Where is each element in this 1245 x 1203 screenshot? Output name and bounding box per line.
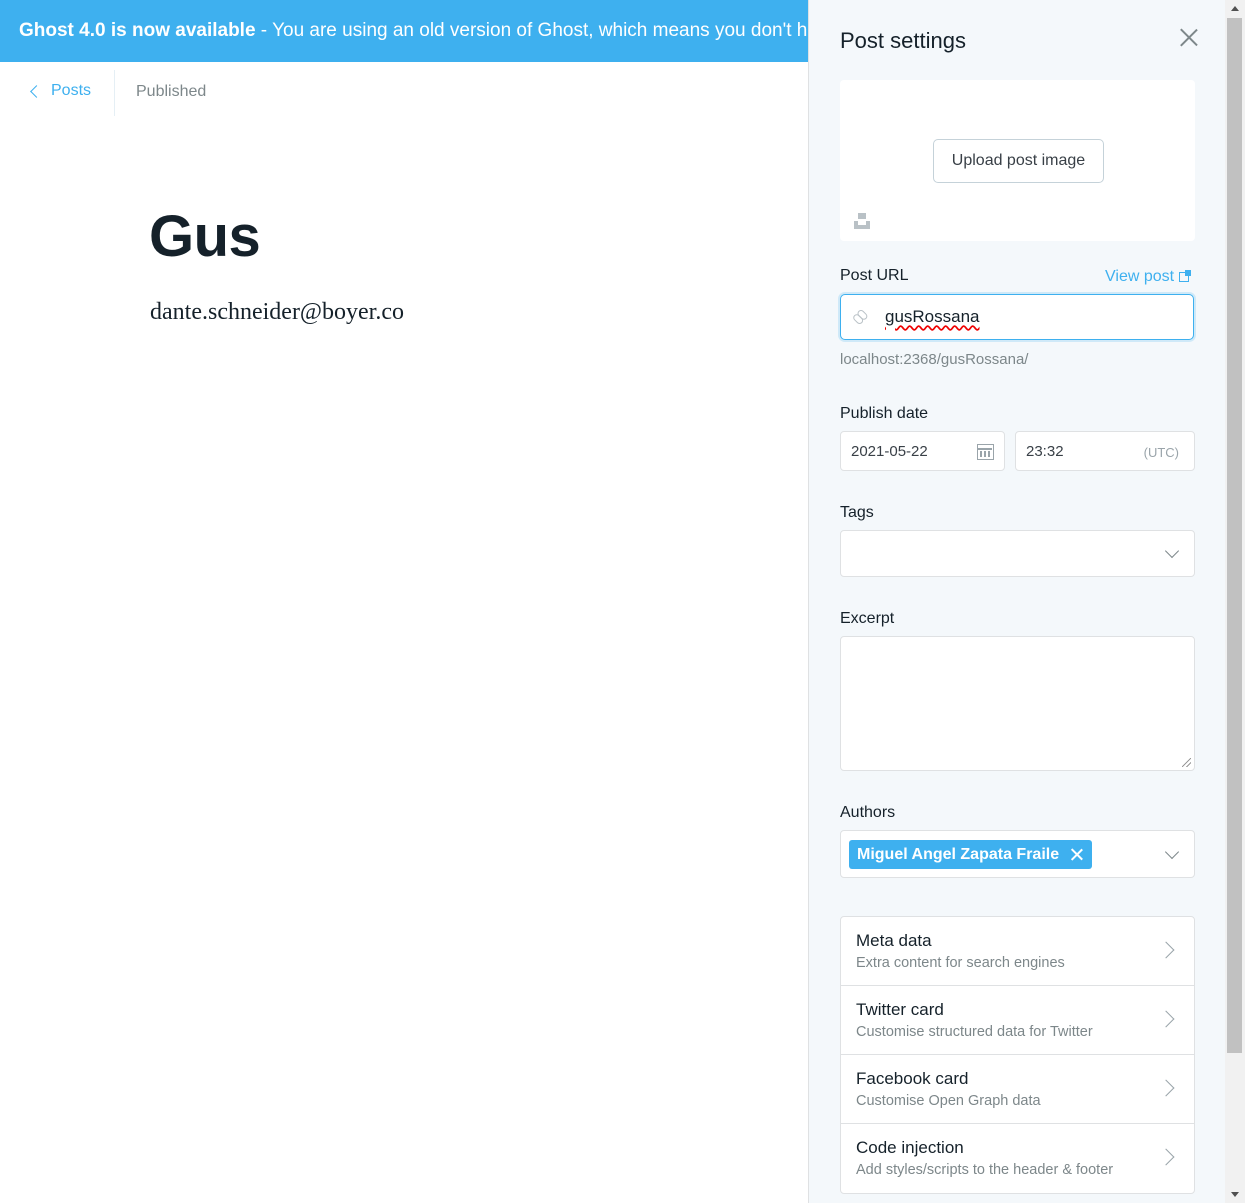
time-value: 23:32 [1026, 443, 1064, 460]
banner-title: Ghost 4.0 is now available [19, 20, 256, 41]
authors-label: Authors [840, 804, 896, 821]
nav-item-subtitle: Customise Open Graph data [856, 1093, 1041, 1109]
post-url-input[interactable]: gusRossana [840, 294, 1194, 340]
publish-time-input[interactable]: 23:32 (UTC) [1015, 431, 1195, 471]
nav-item-title: Code injection [856, 1138, 964, 1157]
view-post-link[interactable]: View post [1105, 268, 1192, 286]
back-to-posts-link[interactable]: Posts [30, 82, 92, 100]
resize-handle[interactable] [1182, 758, 1191, 767]
link-icon [850, 306, 873, 329]
post-title[interactable]: Gus [149, 203, 261, 270]
post-body[interactable]: dante.schneider@boyer.co [150, 299, 404, 326]
chevron-down-icon [1164, 543, 1180, 559]
scroll-down-arrow-icon[interactable] [1231, 1192, 1239, 1197]
nav-item-title: Meta data [856, 931, 932, 950]
close-icon[interactable] [1179, 28, 1199, 48]
panel-scrollbar[interactable] [1225, 0, 1245, 1203]
post-image-dropzone[interactable]: Upload post image [840, 80, 1195, 241]
publish-date-input[interactable]: 2021-05-22 [840, 431, 1005, 471]
external-link-icon [1179, 270, 1192, 282]
excerpt-label: Excerpt [840, 610, 895, 627]
post-url-label: Post URL [840, 267, 909, 284]
chevron-down-icon [1164, 844, 1180, 860]
excerpt-textarea[interactable] [840, 636, 1195, 771]
tags-label: Tags [840, 504, 874, 521]
nav-item-subtitle: Customise structured data for Twitter [856, 1024, 1093, 1040]
view-post-label: View post [1105, 268, 1175, 285]
calendar-icon[interactable] [977, 444, 994, 460]
author-token[interactable]: Miguel Angel Zapata Fraile [849, 840, 1093, 869]
header-divider [114, 70, 115, 116]
nav-item-facebook-card[interactable]: Facebook card Customise Open Graph data [841, 1055, 1194, 1124]
update-banner: Ghost 4.0 is now available - You are usi… [0, 0, 808, 62]
back-label: Posts [51, 82, 92, 99]
nav-item-subtitle: Extra content for search engines [856, 955, 1065, 971]
banner-message: - You are using an old version of Ghost,… [260, 20, 808, 41]
timezone-label: (UTC) [1143, 445, 1179, 460]
nav-item-subtitle: Add styles/scripts to the header & foote… [856, 1162, 1114, 1178]
unsplash-icon[interactable] [854, 213, 870, 229]
upload-post-image-button[interactable]: Upload post image [933, 139, 1104, 183]
post-url-value: gusRossana [885, 307, 980, 326]
tags-select[interactable] [840, 530, 1195, 577]
editor-header: Posts Published [0, 62, 808, 116]
nav-item-title: Twitter card [856, 1000, 944, 1019]
author-name: Miguel Angel Zapata Fraile [857, 845, 1060, 863]
nav-item-meta-data[interactable]: Meta data Extra content for search engin… [841, 917, 1194, 986]
post-status: Published [136, 83, 207, 100]
settings-nav-list: Meta data Extra content for search engin… [840, 916, 1195, 1194]
scrollbar-thumb[interactable] [1227, 18, 1242, 1053]
authors-select[interactable]: Miguel Angel Zapata Fraile [840, 830, 1195, 878]
nav-item-code-injection[interactable]: Code injection Add styles/scripts to the… [841, 1124, 1194, 1193]
chevron-left-icon [30, 85, 43, 98]
post-url-preview: localhost:2368/gusRossana/ [840, 351, 1029, 368]
nav-item-twitter-card[interactable]: Twitter card Customise structured data f… [841, 986, 1194, 1055]
post-settings-panel: Post settings Upload post image Post URL… [808, 0, 1225, 1203]
nav-item-title: Facebook card [856, 1069, 969, 1088]
remove-author-icon[interactable] [1071, 849, 1082, 860]
panel-title: Post settings [840, 28, 966, 53]
scroll-up-arrow-icon[interactable] [1231, 6, 1239, 11]
date-value: 2021-05-22 [851, 443, 928, 460]
publish-date-label: Publish date [840, 405, 929, 422]
